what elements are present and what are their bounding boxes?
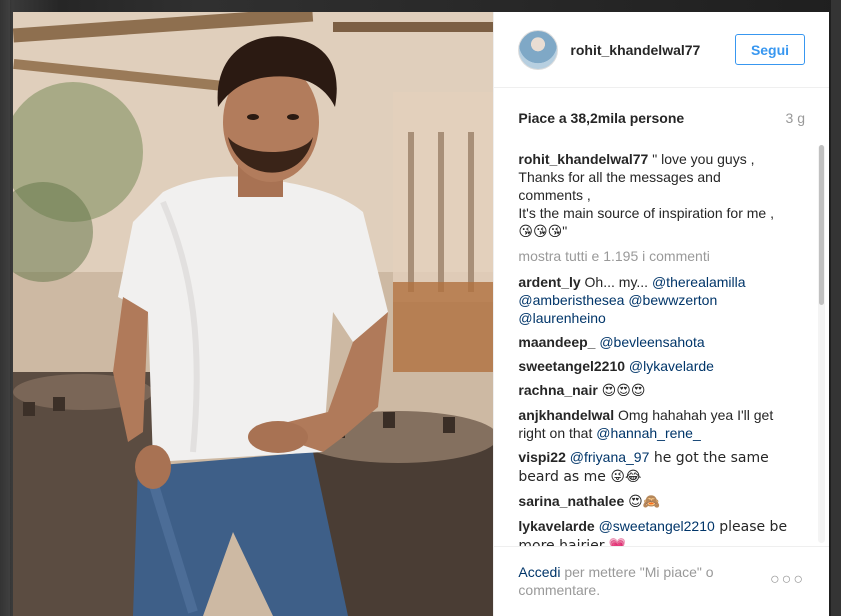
caption-line-1: " love you guys , bbox=[648, 151, 755, 167]
comment-item: anjkhandelwal Omg hahahah yea I'll get r… bbox=[518, 406, 798, 442]
backdrop-tile bbox=[831, 0, 841, 616]
comment-item: rachna_nair 😍😍😍 bbox=[518, 381, 798, 400]
avatar[interactable] bbox=[518, 29, 559, 70]
header-username[interactable]: rohit_khandelwal77 bbox=[570, 42, 700, 58]
comments-scrollbar[interactable] bbox=[818, 145, 825, 543]
comment-mention[interactable]: @bevleensahota bbox=[599, 334, 704, 350]
comment-mention[interactable]: @laurenheino bbox=[518, 310, 605, 326]
post-modal: rohit_khandelwal77 Segui Piace a 38,2mil… bbox=[13, 12, 829, 616]
comment-username[interactable]: ardent_ly bbox=[518, 274, 580, 290]
comment-text: Oh... my... bbox=[584, 274, 649, 290]
caption-emojis: 😘😘😘 bbox=[518, 224, 563, 240]
comment-mention[interactable]: @friyana_97 bbox=[570, 449, 650, 465]
comment-mention[interactable]: @therealamilla bbox=[652, 274, 746, 290]
comment-mention[interactable]: @hannah_rene_ bbox=[596, 425, 701, 441]
caption-line-2: Thanks for all the messages and bbox=[518, 169, 721, 185]
comment-username[interactable]: sarina_nathalee bbox=[518, 493, 624, 509]
comment-username[interactable]: maandeep_ bbox=[518, 334, 595, 350]
comment-username[interactable]: lykavelarde bbox=[518, 518, 594, 534]
post-header: rohit_khandelwal77 Segui bbox=[494, 12, 829, 88]
comment-item: ardent_ly Oh... my... @therealamilla @am… bbox=[518, 273, 798, 327]
login-prompt: Accedi per mettere "Mi piace" o commenta… bbox=[518, 563, 748, 599]
caption-username[interactable]: rohit_khandelwal77 bbox=[518, 151, 648, 167]
comments-list: rohit_khandelwal77 " love you guys , Tha… bbox=[518, 150, 798, 546]
comment-username[interactable]: vispi22 bbox=[518, 449, 565, 465]
backdrop-tile bbox=[0, 0, 10, 616]
post-time[interactable]: 3 g bbox=[786, 110, 805, 126]
follow-button[interactable]: Segui bbox=[735, 34, 805, 65]
likes-row: Piace a 38,2mila persone 3 g bbox=[518, 108, 805, 128]
comment-mention[interactable]: @amberisthesea bbox=[518, 292, 624, 308]
post-photo[interactable] bbox=[13, 12, 494, 616]
scrollbar-thumb[interactable] bbox=[819, 145, 824, 305]
more-options-icon[interactable]: ○○○ bbox=[770, 571, 805, 589]
comment-text: 😍😍😍 bbox=[601, 383, 646, 399]
photo-illustration bbox=[13, 12, 494, 616]
comment-mention[interactable]: @lykavelarde bbox=[629, 358, 714, 374]
comment-username[interactable]: anjkhandelwal bbox=[518, 407, 614, 423]
comment-item: lykavelarde @sweetangel2210 please be mo… bbox=[518, 517, 798, 546]
comment-item: vispi22 @friyana_97 he got the same bear… bbox=[518, 448, 798, 486]
comment-item: sweetangel2210 @lykavelarde bbox=[518, 357, 798, 375]
view-all-comments-link[interactable]: mostra tutti e 1.195 i commenti bbox=[518, 247, 798, 265]
comment-mention[interactable]: @bewwzerton bbox=[628, 292, 717, 308]
login-link[interactable]: Accedi bbox=[518, 564, 560, 580]
caption-line-4: It's the main source of inspiration for … bbox=[518, 205, 774, 221]
post-sidebar: rohit_khandelwal77 Segui Piace a 38,2mil… bbox=[493, 12, 829, 616]
caption-line-3: comments , bbox=[518, 187, 591, 203]
likes-count[interactable]: Piace a 38,2mila persone bbox=[518, 110, 684, 126]
comment-item: sarina_nathalee 😍🙈 bbox=[518, 492, 798, 511]
caption: rohit_khandelwal77 " love you guys , Tha… bbox=[518, 150, 798, 241]
comment-username[interactable]: rachna_nair bbox=[518, 382, 597, 398]
comment-text: 😍🙈 bbox=[628, 494, 661, 510]
comment-item: maandeep_ @bevleensahota bbox=[518, 333, 798, 351]
post-footer: Accedi per mettere "Mi piace" o commenta… bbox=[494, 546, 829, 616]
comment-username[interactable]: sweetangel2210 bbox=[518, 358, 625, 374]
comment-mention[interactable]: @sweetangel2210 bbox=[599, 518, 715, 534]
caption-closing-quote: " bbox=[562, 223, 568, 239]
